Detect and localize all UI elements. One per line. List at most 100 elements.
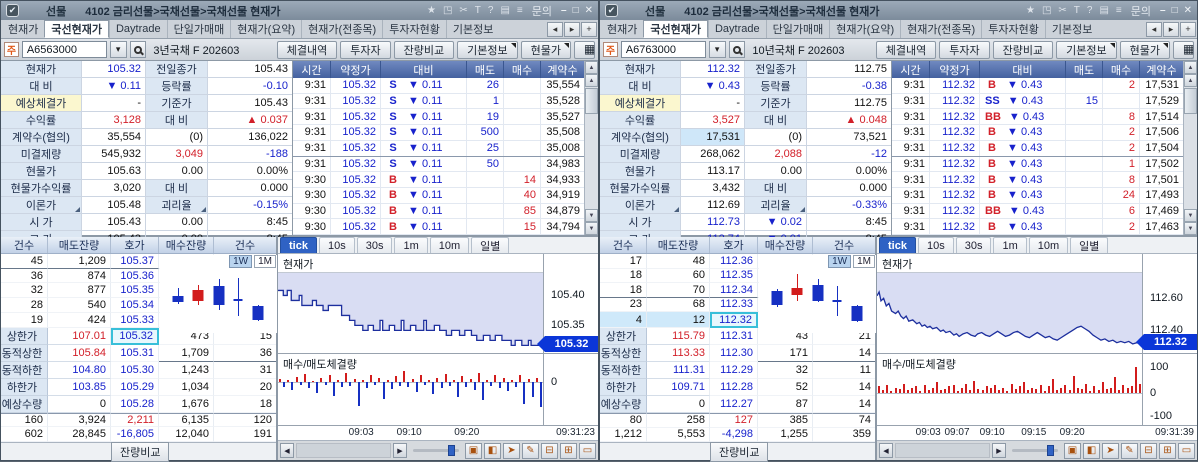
- snip-icon[interactable]: ✂: [459, 5, 467, 16]
- tab-daytrade[interactable]: Daytrade: [108, 20, 167, 38]
- chart-scroll-track[interactable]: [895, 443, 990, 458]
- tab-investor-status[interactable]: 투자자현황: [981, 20, 1045, 38]
- symbol-code-input[interactable]: A6763000: [620, 41, 706, 58]
- chat-icon[interactable]: ◧: [1083, 442, 1100, 459]
- tab-kr-futures-current[interactable]: 국선현재가: [44, 20, 109, 38]
- cursor-icon[interactable]: ➤: [1102, 442, 1119, 459]
- book-quote-cell[interactable]: 105.33: [111, 312, 159, 328]
- scroll-down-icon[interactable]: ▼: [585, 209, 598, 222]
- trades-scrollbar[interactable]: ▲ ▲ ▼ ▼: [1183, 61, 1197, 235]
- chart-scroll-left-icon[interactable]: ◀: [879, 443, 893, 458]
- symbol-code-input[interactable]: A6563000: [21, 41, 107, 58]
- snip-icon[interactable]: ✂: [1058, 5, 1066, 16]
- tab-tick[interactable]: tick: [280, 237, 317, 253]
- tab-current-all[interactable]: 현재가(전종목): [301, 20, 382, 38]
- help-icon[interactable]: ?: [488, 5, 494, 16]
- book-quote-cell[interactable]: 112.35: [710, 268, 758, 283]
- zoom-reset-icon[interactable]: ▭: [579, 442, 596, 459]
- tab-current-price[interactable]: 현재가: [2, 20, 44, 38]
- scroll-top-icon[interactable]: ▲: [585, 61, 598, 74]
- grid-view-button[interactable]: ▦: [1173, 40, 1194, 59]
- tab-add-button[interactable]: +: [581, 21, 597, 37]
- tab-next-button[interactable]: ▸: [1163, 21, 1179, 37]
- period-1m-button[interactable]: 1M: [254, 255, 276, 268]
- scroll-thumb[interactable]: [1184, 88, 1197, 114]
- depth-compare-footer-button[interactable]: 잔량비교: [710, 441, 769, 462]
- restore-button[interactable]: □: [573, 5, 579, 16]
- book-quote-cell[interactable]: 127: [710, 413, 758, 428]
- investor-button[interactable]: 투자자: [939, 40, 990, 59]
- investor-button[interactable]: 투자자: [340, 40, 391, 59]
- trade-history-button[interactable]: 체결내역: [875, 40, 937, 59]
- basic-info-button[interactable]: 기본정보: [457, 40, 518, 59]
- symbol-search-button[interactable]: [728, 41, 746, 58]
- font-icon[interactable]: T: [1074, 5, 1080, 16]
- popout-icon[interactable]: ◳: [1042, 5, 1051, 16]
- tab-basic-info[interactable]: 기본정보: [445, 20, 499, 38]
- tab-daily[interactable]: 일별: [471, 237, 510, 253]
- tab-add-button[interactable]: +: [1180, 21, 1196, 37]
- scroll-bottom-icon[interactable]: ▼: [1184, 222, 1197, 235]
- tab-current-price[interactable]: 현재가: [601, 20, 643, 38]
- chat-icon[interactable]: ◧: [484, 442, 501, 459]
- tab-prev-button[interactable]: ◂: [547, 21, 563, 37]
- draw-icon[interactable]: ✎: [522, 442, 539, 459]
- tab-daily[interactable]: 일별: [1070, 237, 1109, 253]
- book-quote-cell[interactable]: 112.34: [710, 283, 758, 298]
- inquiry-button[interactable]: 문의: [1131, 3, 1151, 19]
- tab-prev-button[interactable]: ◂: [1146, 21, 1162, 37]
- basic-info-button[interactable]: 기본정보: [1056, 40, 1117, 59]
- close-button[interactable]: ✕: [585, 5, 593, 16]
- restore-button[interactable]: □: [1172, 5, 1178, 16]
- capture-icon[interactable]: ▣: [465, 442, 482, 459]
- tab-single-price[interactable]: 단일가매매: [765, 20, 830, 38]
- book-quote-cell[interactable]: -4,298: [710, 427, 758, 442]
- tab-10m[interactable]: 10m: [1028, 237, 1069, 253]
- chart-zoom-slider[interactable]: [413, 445, 459, 456]
- book-quote-cell[interactable]: 105.29: [111, 378, 159, 396]
- scroll-top-icon[interactable]: ▲: [1184, 61, 1197, 74]
- chart-scroll-track[interactable]: [296, 443, 391, 458]
- scroll-bottom-icon[interactable]: ▼: [585, 222, 598, 235]
- chart-zoom-slider[interactable]: [1012, 445, 1058, 456]
- trade-history-button[interactable]: 체결내역: [276, 40, 338, 59]
- tab-1m[interactable]: 1m: [394, 237, 428, 253]
- tab-single-price[interactable]: 단일가매매: [166, 20, 231, 38]
- book-quote-cell[interactable]: 105.37: [111, 254, 159, 269]
- book-quote-cell[interactable]: 112.29: [710, 362, 758, 379]
- draw-icon[interactable]: ✎: [1121, 442, 1138, 459]
- chart-scroll-right-icon[interactable]: ▶: [393, 443, 407, 458]
- minimize-button[interactable]: –: [1160, 5, 1166, 16]
- scroll-thumb[interactable]: [585, 88, 598, 114]
- book-quote-cell[interactable]: 105.36: [111, 268, 159, 284]
- book-quote-cell[interactable]: -16,805: [111, 427, 159, 443]
- trades-scrollbar[interactable]: ▲ ▲ ▼ ▼: [584, 61, 598, 235]
- help-icon[interactable]: ?: [1087, 5, 1093, 16]
- spot-price-button[interactable]: 현물가: [1119, 40, 1170, 59]
- scroll-down-icon[interactable]: ▼: [1184, 209, 1197, 222]
- tab-30s[interactable]: 30s: [356, 237, 393, 253]
- capture-icon[interactable]: ▣: [1064, 442, 1081, 459]
- zoom-reset-icon[interactable]: ▭: [1178, 442, 1195, 459]
- book-quote-cell[interactable]: 105.35: [111, 283, 159, 299]
- chart-scroll-right-icon[interactable]: ▶: [992, 443, 1006, 458]
- tab-kr-futures-current[interactable]: 국선현재가: [643, 20, 708, 38]
- zoom-in-icon[interactable]: ⊞: [560, 442, 577, 459]
- slider-knob[interactable]: [448, 445, 455, 456]
- tab-tick[interactable]: tick: [879, 237, 916, 253]
- depth-compare-button[interactable]: 잔량비교: [992, 40, 1054, 59]
- book-quote-cell[interactable]: 112.31: [710, 328, 758, 345]
- tab-daytrade[interactable]: Daytrade: [707, 20, 766, 38]
- period-1w-button[interactable]: 1W: [828, 255, 852, 268]
- zoom-out-icon[interactable]: ⊟: [1140, 442, 1157, 459]
- popout-icon[interactable]: ◳: [443, 5, 452, 16]
- symbol-search-button[interactable]: [129, 41, 147, 58]
- titlebar[interactable]: ✔ 선물 4102 금리선물>국채선물>국채선물 현재가 ★ ◳ ✂ T ? ▤…: [1, 1, 598, 20]
- tab-investor-status[interactable]: 투자자현황: [382, 20, 446, 38]
- tab-10m[interactable]: 10m: [429, 237, 470, 253]
- book-quote-cell[interactable]: 112.36: [710, 254, 758, 269]
- symbol-dropdown-button[interactable]: ▾: [109, 41, 127, 58]
- font-icon[interactable]: T: [475, 5, 481, 16]
- scroll-up-icon[interactable]: ▲: [585, 74, 598, 87]
- zoom-in-icon[interactable]: ⊞: [1159, 442, 1176, 459]
